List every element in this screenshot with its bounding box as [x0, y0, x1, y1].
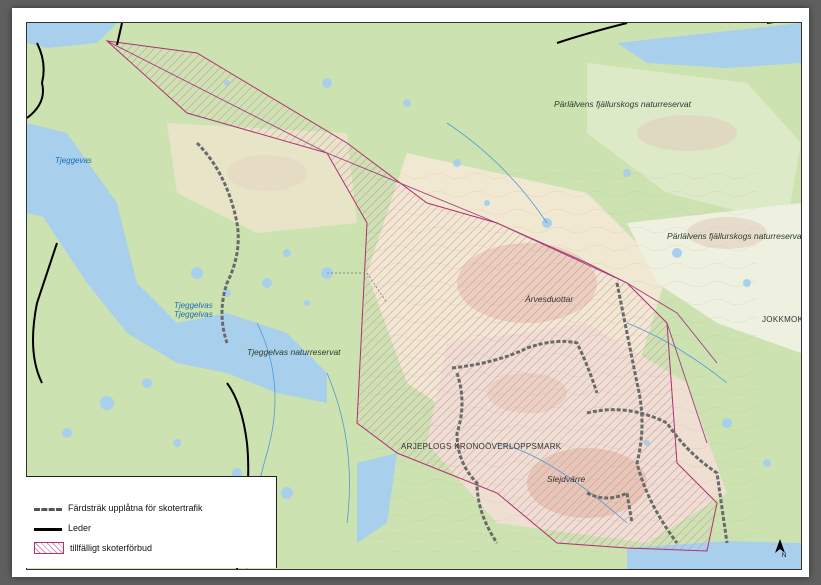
legend-label: tillfälligt skoterförbud — [70, 543, 153, 553]
hatched-area-icon — [34, 542, 64, 554]
dashed-line-icon — [34, 507, 62, 511]
legend-label: Leder — [68, 523, 92, 533]
legend-item-routes: Färdsträk upplåtna för skotertrafik — [34, 501, 203, 515]
mountain-relief — [227, 155, 307, 191]
mountain-relief — [637, 115, 737, 151]
legend-label: Färdsträk upplåtna för skotertrafik — [68, 503, 203, 513]
map-legend: Färdsträk upplåtna för skotertrafik Lede… — [26, 476, 277, 568]
legend-item-ban-area: tillfälligt skoterförbud — [34, 541, 152, 555]
north-arrow-label: N — [781, 553, 787, 559]
legend-item-trails: Leder — [34, 521, 91, 535]
solid-line-icon — [34, 527, 62, 531]
north-arrow-icon: N — [773, 539, 795, 563]
viewer-background: Pärlälvens fjällurskogs naturreservat Pä… — [0, 0, 821, 585]
